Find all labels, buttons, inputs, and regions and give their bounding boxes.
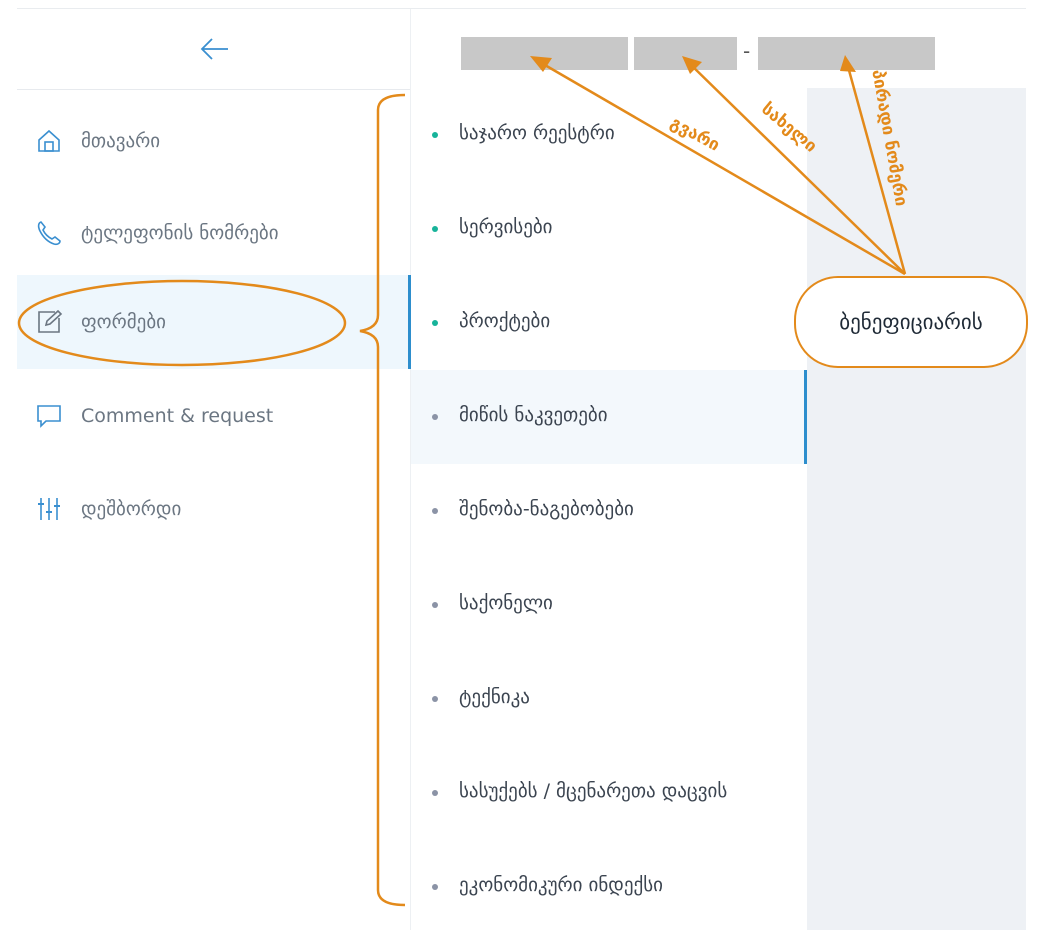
highlight-ellipse [17,279,347,367]
beneficiary-callout: ბენეფიციარის [794,276,1028,368]
callout-text: ბენეფიციარის [839,310,983,334]
bracket-brace [359,93,406,907]
arrow-surname [537,59,906,276]
